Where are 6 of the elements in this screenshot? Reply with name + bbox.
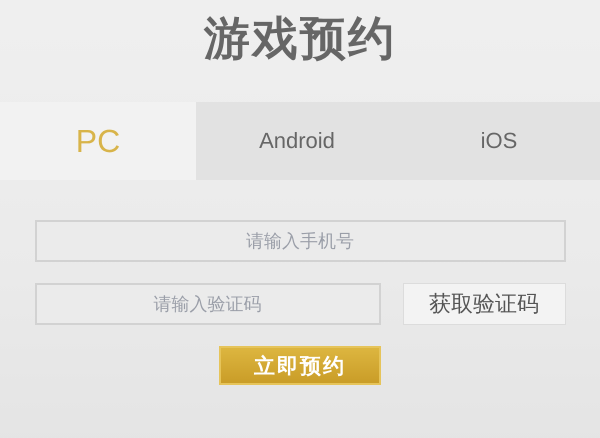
platform-tab[interactable]: Android bbox=[196, 102, 398, 180]
phone-input-field[interactable]: 请输入手机号 bbox=[34, 220, 566, 262]
page-title: 游戏预约 bbox=[204, 12, 396, 66]
platform-tab[interactable]: iOS bbox=[398, 102, 600, 180]
code-input-field[interactable]: 请输入验证码 bbox=[34, 283, 380, 325]
get-code-button[interactable]: 获取验证码 bbox=[402, 283, 566, 325]
